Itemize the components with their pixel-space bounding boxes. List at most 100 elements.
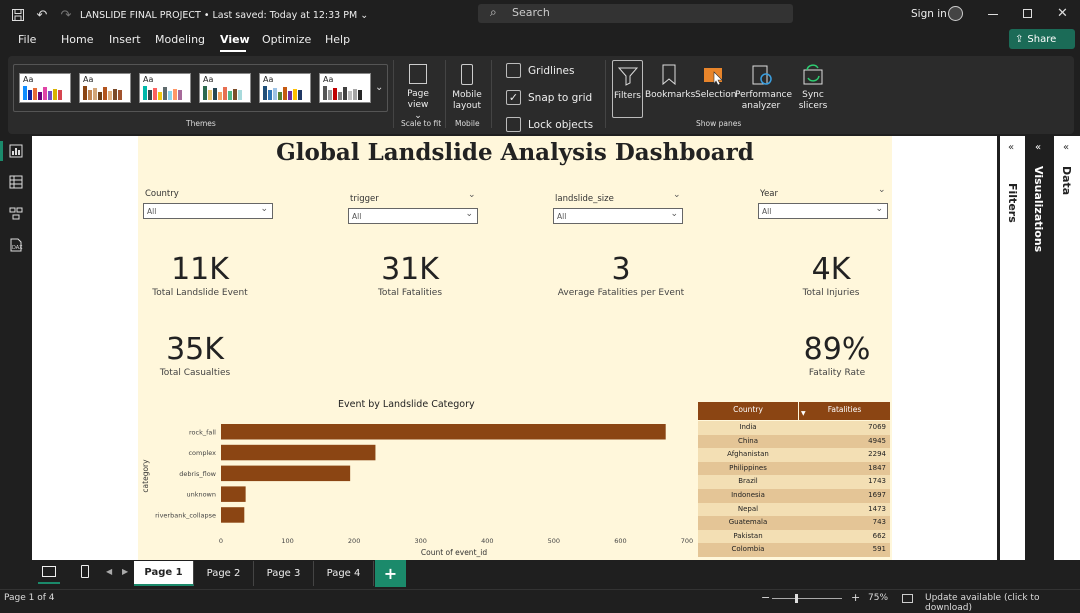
bar[interactable] (221, 486, 246, 502)
menu-home[interactable]: Home (61, 33, 93, 46)
theme-swatch[interactable]: Aa (19, 73, 71, 103)
tab-page-4[interactable]: Page 4 (314, 561, 374, 586)
kpi-total-fatalities: 31K Total Fatalities (377, 252, 443, 299)
fit-to-page-icon[interactable] (902, 594, 913, 603)
theme-swatch[interactable]: Aa (319, 73, 371, 103)
sign-in-link[interactable]: Sign in (911, 8, 947, 20)
bar[interactable] (221, 424, 666, 440)
column-header-country[interactable]: Country (698, 402, 798, 420)
filters-button[interactable]: Filters (612, 60, 643, 118)
update-available-link[interactable]: Update available (click to download) (925, 593, 1080, 613)
theme-swatch[interactable]: Aa (259, 73, 311, 103)
menu-help[interactable]: Help (325, 33, 350, 46)
table-row[interactable]: Indonesia 1697 (698, 489, 890, 503)
selection-button[interactable]: Selection (695, 64, 736, 101)
tab-page-1[interactable]: Page 1 (134, 561, 194, 586)
mobile-layout-button[interactable]: Mobile layout (451, 64, 483, 112)
country-fatalities-table[interactable]: Country Fatalities ▼ India 7069 China 4945 A… (698, 402, 890, 560)
undo-icon[interactable]: ↶ (34, 7, 50, 23)
table-cell-country: Indonesia (731, 491, 765, 499)
kpi-total-landslide-event: 11K Total Landslide Event (152, 252, 248, 299)
table-row[interactable]: India 7069 (698, 421, 890, 435)
tab-page-3[interactable]: Page 3 (254, 561, 314, 586)
bookmarks-button[interactable]: Bookmarks (645, 64, 695, 101)
zoom-out-button[interactable]: − (761, 591, 770, 604)
category-tick-label: riverbank_collapse (155, 511, 216, 519)
snap-to-grid-checkbox[interactable]: ✓ Snap to grid (506, 90, 592, 105)
menu-view[interactable]: View (220, 33, 250, 46)
sync-slicers-button[interactable]: Sync slicers (790, 64, 836, 112)
theme-swatch[interactable]: Aa (199, 73, 251, 103)
zoom-in-button[interactable]: + (851, 591, 860, 604)
slicer-country[interactable]: All ⌄ (143, 203, 273, 219)
table-row[interactable]: Colombia 591 (698, 543, 890, 557)
zoom-slider[interactable] (772, 598, 842, 599)
share-button[interactable]: ⇪ Share (1009, 29, 1075, 49)
maximize-icon[interactable] (1023, 9, 1032, 18)
desktop-layout-icon[interactable] (42, 566, 56, 577)
table-row[interactable]: Pakistan 662 (698, 529, 890, 544)
bar[interactable] (221, 444, 376, 461)
menu-insert[interactable]: Insert (109, 33, 141, 46)
table-row[interactable]: Brazil 1743 (698, 475, 890, 489)
filters-pane[interactable]: « Filters (1000, 136, 1025, 560)
minimize-icon[interactable] (988, 14, 998, 15)
table-row[interactable]: Afghanistan 2294 (698, 448, 890, 462)
collapse-chevron-icon[interactable]: « (1008, 142, 1014, 153)
slicer-landslide-size[interactable]: All ⌄ (553, 208, 683, 224)
theme-swatch[interactable]: Aa (79, 73, 131, 103)
chevron-down-icon[interactable]: ⌄ (673, 190, 681, 200)
search-input[interactable]: ⌕ Search (478, 4, 793, 23)
table-row[interactable]: Philippines 1847 (698, 461, 890, 476)
lock-objects-checkbox[interactable]: Lock objects (506, 117, 593, 132)
table-cell-country: Brazil (738, 477, 758, 486)
category-tick-label: rock_fall (189, 428, 216, 436)
collapse-chevron-icon[interactable]: « (1063, 142, 1069, 153)
bar[interactable] (221, 507, 245, 523)
mobile-layout-icon[interactable] (81, 565, 89, 578)
model-view-icon[interactable] (8, 206, 24, 220)
tab-page-2[interactable]: Page 2 (194, 561, 254, 586)
visualizations-pane-collapsed[interactable]: « Visualizations (1027, 136, 1052, 560)
chevron-down-icon[interactable]: ⌄ (878, 185, 886, 195)
collapse-chevron-icon[interactable]: « (1035, 142, 1041, 153)
slicer-trigger[interactable]: All ⌄ (348, 208, 478, 224)
column-header-fatalities[interactable]: Fatalities (799, 402, 890, 420)
bookmark-icon (662, 64, 676, 86)
chevron-down-icon[interactable]: ⌄ (468, 190, 476, 200)
svg-text:DAX: DAX (12, 245, 23, 251)
zoom-slider-thumb[interactable] (795, 594, 798, 603)
theme-swatch[interactable]: Aa (139, 73, 191, 103)
menu-file[interactable]: File (18, 33, 36, 46)
dax-query-view-icon[interactable]: DAX (8, 238, 24, 252)
chevron-down-icon[interactable]: ⌄ (375, 82, 383, 93)
gridlines-checkbox[interactable]: Gridlines (506, 63, 574, 78)
table-row[interactable]: Guatemala 743 (698, 516, 890, 530)
report-view-icon[interactable] (8, 144, 24, 158)
chevron-down-icon[interactable]: ⌄ (360, 10, 368, 21)
menu-optimize[interactable]: Optimize (262, 33, 311, 46)
table-view-icon[interactable] (8, 175, 24, 189)
table-row[interactable]: China 4945 (698, 434, 890, 449)
save-icon[interactable] (10, 7, 26, 23)
page-indicator: Page 1 of 4 (4, 593, 55, 603)
slicer-year[interactable]: All ⌄ (758, 203, 888, 219)
table-cell-country: India (739, 423, 757, 431)
sort-descending-icon[interactable]: ▼ (801, 410, 806, 417)
table-cell-fatalities: 7069 (868, 423, 886, 431)
close-icon[interactable]: ✕ (1057, 6, 1068, 21)
prev-page-icon[interactable]: ◀ (106, 567, 112, 576)
table-row[interactable]: Nepal 1473 (698, 502, 890, 517)
menu-modeling[interactable]: Modeling (155, 33, 205, 46)
bar[interactable] (221, 465, 351, 482)
avatar[interactable] (948, 6, 963, 21)
data-pane[interactable]: « Data (1054, 136, 1080, 560)
next-page-icon[interactable]: ▶ (122, 567, 128, 576)
redo-icon[interactable]: ↷ (58, 7, 74, 23)
add-page-button[interactable]: + (375, 560, 406, 587)
chevron-down-icon: ⌄ (875, 204, 883, 214)
performance-analyzer-button[interactable]: Performance analyzer (735, 64, 792, 112)
title-bar: ↶ ↷ LANSLIDE FINAL PROJECT • Last saved:… (0, 0, 1080, 30)
page-view-button[interactable]: Page view ⌄ (403, 64, 433, 122)
bar-chart[interactable]: rock_fallcomplex debris_flowunknown riverb… (138, 416, 698, 560)
